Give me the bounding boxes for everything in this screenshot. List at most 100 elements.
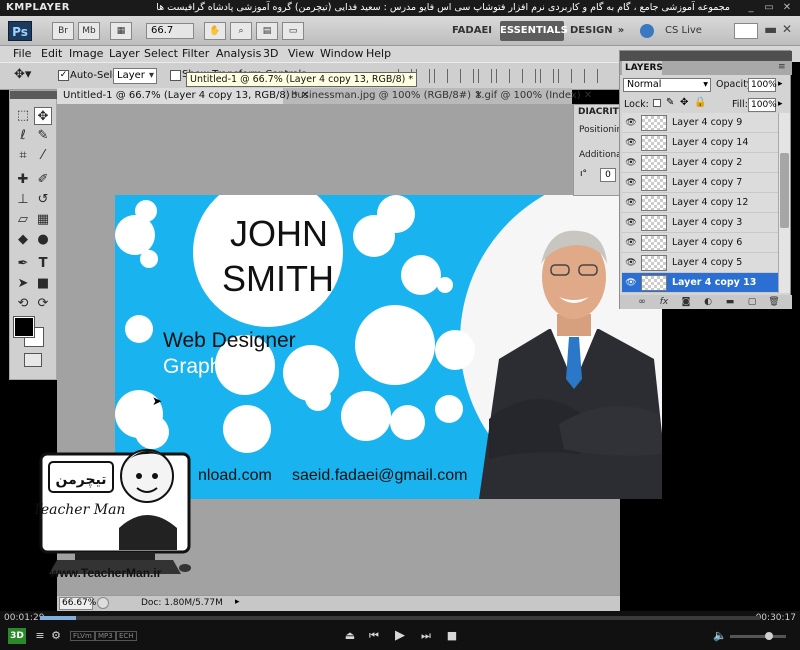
lock-pixels-icon[interactable]: ✎ <box>666 97 674 108</box>
layer-row[interactable]: 👁 Layer 4 copy 14 <box>622 133 778 153</box>
menu-3d[interactable]: 3D <box>263 47 278 60</box>
align-hcenter-icon[interactable] <box>478 69 492 83</box>
auto-select-target-select[interactable]: Layer ▾ <box>113 68 157 84</box>
foreground-color-swatch[interactable] <box>13 316 35 338</box>
status-info-icon[interactable] <box>97 597 109 609</box>
zoom-level-field[interactable]: 66.7 <box>146 23 194 39</box>
panel-menu-icon[interactable]: ≡ <box>778 62 786 72</box>
rectangle-tool-icon[interactable]: ■ <box>34 275 52 293</box>
add-mask-icon[interactable]: ◙ <box>680 296 692 308</box>
3d-mode-button[interactable]: 3D <box>8 628 26 644</box>
close-app-icon[interactable]: ✕ <box>782 22 792 36</box>
visibility-eye-icon[interactable]: 👁 <box>624 197 638 209</box>
layer-style-icon[interactable]: fx <box>658 296 670 308</box>
volume-knob[interactable] <box>765 632 774 640</box>
search-input[interactable] <box>734 23 758 39</box>
screen-mode-button[interactable]: ▭ <box>282 22 304 40</box>
stop-icon[interactable]: ■ <box>444 628 460 644</box>
volume-icon[interactable]: 🔈 <box>712 628 728 644</box>
align-vcenter-icon[interactable] <box>416 69 430 83</box>
distribute-bottom-icon[interactable] <box>558 69 572 83</box>
history-brush-tool-icon[interactable]: ↺ <box>34 191 52 209</box>
menu-window[interactable]: Window <box>320 47 363 60</box>
diacritics-value-field[interactable]: 0 <box>600 168 616 182</box>
align-bottom-icon[interactable] <box>434 69 448 83</box>
seek-bar[interactable] <box>40 616 760 620</box>
distribute-left-icon[interactable] <box>584 69 598 83</box>
menu-view[interactable]: View <box>288 47 314 60</box>
fill-slider-icon[interactable]: ▸ <box>778 99 783 109</box>
brush-tool-icon[interactable]: ✐ <box>34 171 52 189</box>
menu-image[interactable]: Image <box>69 47 103 60</box>
status-menu-icon[interactable]: ▸ <box>235 597 240 607</box>
status-zoom-field[interactable]: 66.67% <box>59 597 96 610</box>
previous-icon[interactable]: ⏮ <box>366 628 382 644</box>
layer-row[interactable]: 👁 Layer 4 copy 3 <box>622 213 778 233</box>
next-icon[interactable]: ⏭ <box>418 628 434 644</box>
mini-bridge-button[interactable]: Mb <box>78 22 100 40</box>
tab-businessman[interactable]: businessman.jpg @ 100% (RGB/8#) ✕ <box>285 88 483 104</box>
maximize-button[interactable]: ▭ <box>762 1 776 15</box>
menu-help[interactable]: Help <box>366 47 391 60</box>
view-extras-button[interactable]: ▦ <box>110 22 132 40</box>
distribute-vcenter-icon[interactable] <box>540 69 554 83</box>
workspace-design[interactable]: DESIGN <box>570 21 613 41</box>
align-right-icon[interactable] <box>496 69 510 83</box>
layer-row[interactable]: 👁 Layer 4 copy 13 <box>622 273 778 293</box>
layer-row[interactable]: 👁 Layer 4 copy 6 <box>622 233 778 253</box>
menu-edit[interactable]: Edit <box>41 47 62 60</box>
playlist-icon[interactable]: ≡ <box>32 628 48 644</box>
minimize-button[interactable]: _ <box>744 1 758 15</box>
visibility-eye-icon[interactable]: 👁 <box>624 237 638 249</box>
menu-layer[interactable]: Layer <box>109 47 140 60</box>
dodge-tool-icon[interactable]: ● <box>34 231 52 249</box>
type-tool-icon[interactable]: T <box>34 255 52 273</box>
layer-row[interactable]: 👁 Layer 4 copy 2 <box>622 153 778 173</box>
workspace-essentials[interactable]: ESSENTIALS <box>500 21 568 41</box>
opacity-field[interactable]: 100% <box>748 78 777 92</box>
layers-scrollbar[interactable] <box>778 113 790 293</box>
lock-position-icon[interactable]: ✥ <box>680 97 688 108</box>
eraser-tool-icon[interactable]: ▱ <box>14 211 32 229</box>
visibility-eye-icon[interactable]: 👁 <box>624 217 638 229</box>
tab-untitled-1[interactable]: Untitled-1 @ 66.7% (Layer 4 copy 13, RGB… <box>57 88 309 104</box>
clone-stamp-tool-icon[interactable]: ⊥ <box>14 191 32 209</box>
delete-layer-icon[interactable]: 🗑 <box>768 296 780 308</box>
lock-transparency-icon[interactable] <box>653 99 661 107</box>
distribute-top-icon[interactable] <box>522 69 536 83</box>
menu-file[interactable]: File <box>13 47 31 60</box>
3d-rotate-tool-icon[interactable]: ⟲ <box>14 295 32 313</box>
menu-select[interactable]: Select <box>144 47 178 60</box>
close-button[interactable]: ✕ <box>780 1 794 15</box>
adjustment-layer-icon[interactable]: ◐ <box>702 296 714 308</box>
move-tool-preset-icon[interactable]: ✥▾ <box>14 67 50 87</box>
menu-analysis[interactable]: Analysis <box>216 47 261 60</box>
eyedropper-tool-icon[interactable]: ⁄ <box>34 147 52 165</box>
crop-tool-icon[interactable]: ⌗ <box>14 147 32 165</box>
layer-row[interactable]: 👁 Layer 4 copy 7 <box>622 173 778 193</box>
layer-row[interactable]: 👁 Layer 4 copy 9 <box>622 113 778 133</box>
bridge-button[interactable]: Br <box>52 22 74 40</box>
minimize-app-icon[interactable]: ▬ <box>764 22 777 38</box>
eject-icon[interactable]: ⏏ <box>342 628 358 644</box>
pen-tool-icon[interactable]: ✒ <box>14 255 32 273</box>
healing-brush-tool-icon[interactable]: ✚ <box>14 171 32 189</box>
fill-field[interactable]: 100% <box>748 98 777 112</box>
visibility-eye-icon[interactable]: 👁 <box>624 157 638 169</box>
marquee-tool-icon[interactable]: ⬚ <box>14 107 32 125</box>
play-icon[interactable]: ▶ <box>392 628 408 644</box>
visibility-eye-icon[interactable]: 👁 <box>624 177 638 189</box>
hand-tool-button[interactable]: ✋ <box>204 22 226 40</box>
quick-mask-button[interactable] <box>24 353 42 367</box>
blur-tool-icon[interactable]: ◆ <box>14 231 32 249</box>
3d-orbit-tool-icon[interactable]: ⟳ <box>34 295 52 313</box>
layer-row[interactable]: 👁 Layer 4 copy 5 <box>622 253 778 273</box>
visibility-eye-icon[interactable]: 👁 <box>624 137 638 149</box>
new-group-icon[interactable]: ▬ <box>724 296 736 308</box>
quick-selection-tool-icon[interactable]: ✎ <box>34 127 52 145</box>
new-layer-icon[interactable]: ▢ <box>746 296 758 308</box>
move-tool-icon[interactable]: ✥ <box>34 107 52 125</box>
lock-all-icon[interactable]: 🔒 <box>694 97 706 108</box>
layers-scroll-thumb[interactable] <box>780 153 789 228</box>
layer-row[interactable]: 👁 Layer 4 copy 12 <box>622 193 778 213</box>
